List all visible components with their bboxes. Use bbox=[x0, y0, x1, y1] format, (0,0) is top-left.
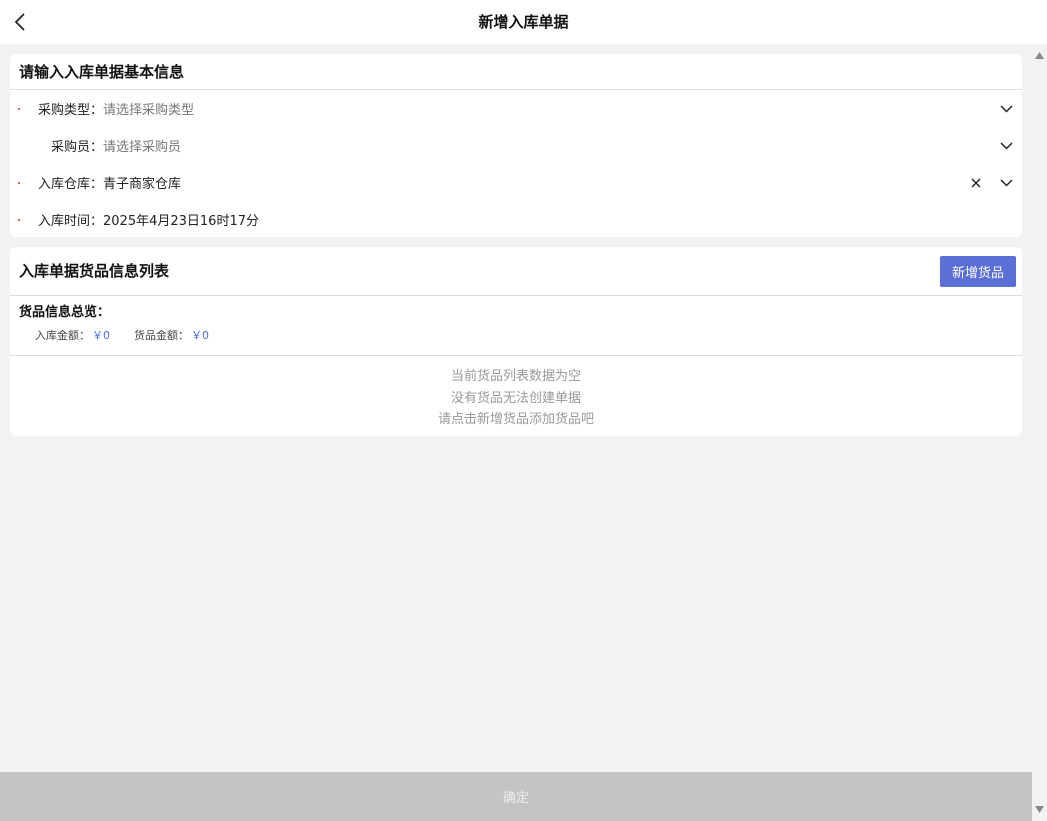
stock-time-picker[interactable]: 2025年4月23日16时17分 bbox=[103, 210, 1022, 229]
purchaser-dropdown[interactable] bbox=[998, 138, 1014, 154]
basic-info-card: 请输入入库单据基本信息 采购类型： 请选择采购类型 采购员： 请选择采购员 入库… bbox=[10, 54, 1022, 237]
summary-amounts: 入库金额： ￥0 货品金额： ￥0 bbox=[19, 327, 1022, 343]
purchase-type-row[interactable]: 采购类型： 请选择采购类型 bbox=[10, 90, 1022, 127]
goods-amount-label: 货品金额： bbox=[134, 329, 189, 342]
purchaser-label: 采购员： bbox=[50, 140, 103, 155]
chevron-left-icon bbox=[14, 13, 25, 31]
stock-amount-value: ￥0 bbox=[92, 329, 110, 342]
warehouse-row[interactable]: 入库仓库： 青子商家仓库 bbox=[10, 164, 1022, 201]
goods-summary: 货品信息总览： 入库金额： ￥0 货品金额： ￥0 bbox=[10, 296, 1022, 356]
goods-amount-value: ￥0 bbox=[191, 329, 209, 342]
triangle-down-icon bbox=[1035, 806, 1044, 813]
stock-amount: 入库金额： ￥0 bbox=[35, 327, 110, 343]
chevron-down-icon bbox=[999, 104, 1013, 113]
empty-state: 当前货品列表数据为空 没有货品无法创建单据 请点击新增货品添加货品吧 bbox=[10, 356, 1022, 431]
purchase-type-dropdown[interactable] bbox=[998, 101, 1014, 117]
stock-amount-label: 入库金额： bbox=[35, 329, 90, 342]
goods-list-title: 入库单据货品信息列表 bbox=[19, 262, 170, 280]
top-bar: 新增入库单据 bbox=[0, 0, 1047, 44]
warehouse-dropdown[interactable] bbox=[998, 175, 1014, 191]
basic-info-title: 请输入入库单据基本信息 bbox=[10, 54, 1022, 90]
purchase-type-select[interactable]: 请选择采购类型 bbox=[103, 99, 1022, 118]
chevron-down-icon bbox=[999, 178, 1013, 187]
confirm-button[interactable]: 确定 bbox=[0, 772, 1032, 821]
scroll-up-button[interactable] bbox=[1034, 50, 1045, 61]
add-goods-button[interactable]: 新增货品 bbox=[940, 256, 1016, 287]
warehouse-clear-button[interactable] bbox=[968, 175, 984, 191]
summary-title: 货品信息总览： bbox=[19, 305, 111, 320]
empty-message: 没有货品无法创建单据 bbox=[450, 390, 581, 406]
stock-time-row[interactable]: 入库时间： 2025年4月23日16时17分 bbox=[10, 201, 1022, 238]
purchaser-select[interactable]: 请选择采购员 bbox=[103, 136, 1022, 155]
goods-amount: 货品金额： ￥0 bbox=[134, 327, 209, 343]
warehouse-label: 入库仓库： bbox=[37, 177, 103, 192]
back-button[interactable] bbox=[8, 10, 32, 34]
page-title: 新增入库单据 bbox=[478, 13, 569, 31]
scroll-down-button[interactable] bbox=[1034, 804, 1045, 815]
goods-list-header: 入库单据货品信息列表 新增货品 bbox=[10, 247, 1022, 296]
scrollbar[interactable] bbox=[1032, 44, 1047, 821]
close-icon bbox=[971, 178, 981, 187]
triangle-up-icon bbox=[1035, 52, 1044, 59]
chevron-down-icon bbox=[999, 141, 1013, 150]
app-root: 新增入库单据 请输入入库单据基本信息 采购类型： 请选择采购类型 采购员： 请选… bbox=[0, 0, 1047, 821]
purchaser-row[interactable]: 采购员： 请选择采购员 bbox=[10, 127, 1022, 164]
purchase-type-label: 采购类型： bbox=[37, 103, 103, 118]
warehouse-select[interactable]: 青子商家仓库 bbox=[103, 173, 1022, 192]
empty-message: 请点击新增货品添加货品吧 bbox=[437, 412, 594, 427]
stock-time-label: 入库时间： bbox=[37, 214, 103, 229]
empty-message: 当前货品列表数据为空 bbox=[450, 369, 581, 384]
goods-list-card: 入库单据货品信息列表 新增货品 货品信息总览： 入库金额： ￥0 货品金额： ￥0 … bbox=[10, 247, 1022, 436]
